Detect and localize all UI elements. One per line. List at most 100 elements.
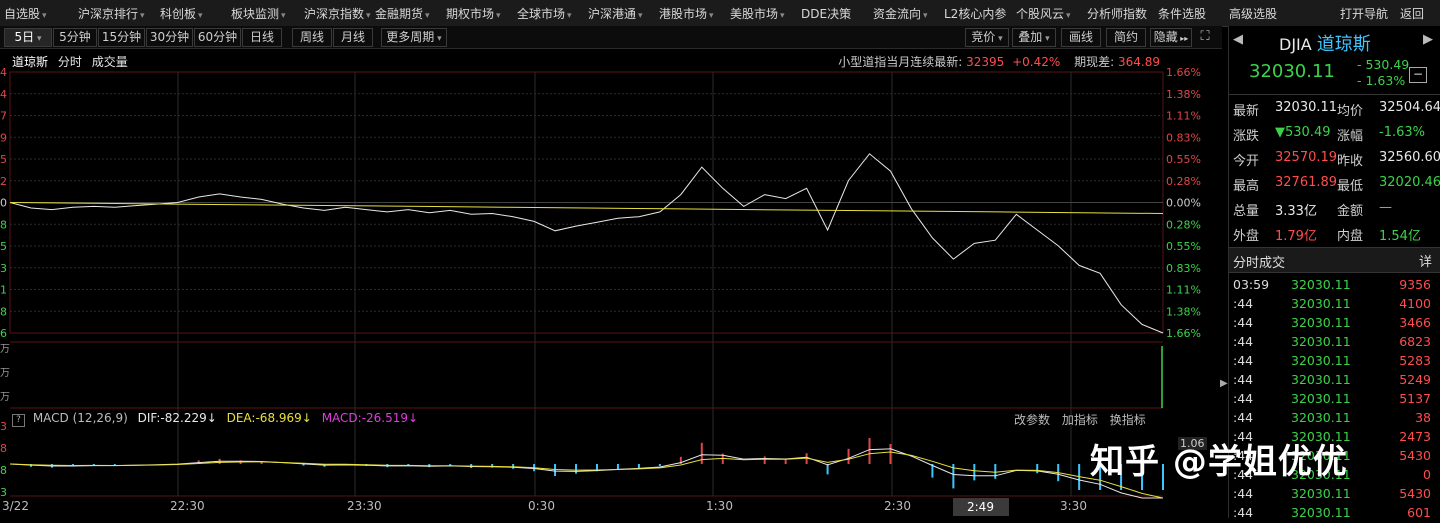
time-axis-label-1: 22:30 <box>170 499 205 513</box>
stat-l1: 外盘 <box>1233 229 1260 244</box>
view-button-4[interactable]: 隐藏 ▸▸ <box>1150 28 1192 47</box>
menu-item-label: 金融期货 <box>375 7 424 21</box>
left-axis-label-11: 8 <box>0 305 7 318</box>
period-button-6[interactable]: 周线 <box>292 28 332 47</box>
tick-row: :44 32030.11 5430 <box>1229 485 1440 504</box>
menu-item-10[interactable]: 美股市场 ▾ <box>730 5 785 22</box>
period-button-7[interactable]: 月线 <box>333 28 373 47</box>
change-params-button[interactable]: 改参数 <box>1014 413 1050 427</box>
button-label: 5日 <box>14 30 35 44</box>
time-axis-label-3: 0:30 <box>528 499 555 513</box>
stat-v2: 32560.60 <box>1379 150 1440 165</box>
tick-t: :44 <box>1233 410 1254 425</box>
stat-l2: 最低 <box>1337 179 1364 194</box>
menu-item-0[interactable]: 自选股 ▾ <box>4 5 47 22</box>
volume-axis-label-1: 万 <box>0 368 10 379</box>
period-button-0[interactable]: 5日 ▾ <box>4 28 52 47</box>
stat-l2: 金额 <box>1337 204 1364 219</box>
menu-item-12[interactable]: 资金流向 ▾ <box>873 5 928 22</box>
period-button-5[interactable]: 日线 <box>242 28 282 47</box>
collapse-quote-button[interactable]: − <box>1409 67 1427 83</box>
last-price: 32030.11 <box>1249 61 1335 82</box>
chevron-down-icon: ▾ <box>198 11 203 21</box>
right-axis-label-4: 0.55% <box>1166 153 1201 166</box>
menu-item-15[interactable]: 分析师指数 <box>1087 5 1147 22</box>
menu-item-3[interactable]: 板块监测 ▾ <box>231 5 286 22</box>
next-symbol-icon[interactable]: ▶ <box>1423 32 1433 47</box>
prev-symbol-icon[interactable]: ◀ <box>1233 32 1243 47</box>
tick-p: 32030.11 <box>1291 334 1351 349</box>
period-button-3[interactable]: 30分钟 <box>146 28 193 47</box>
menu-item-7[interactable]: 全球市场 ▾ <box>517 5 572 22</box>
menu-item-8[interactable]: 沪深港通 ▾ <box>588 5 643 22</box>
menu-item-label: DDE决策 <box>801 7 852 21</box>
macd-value: MACD:-26.519↓ <box>321 411 419 425</box>
stat-v2: 32504.64 <box>1379 100 1440 115</box>
menu-item-19[interactable]: 返回 <box>1400 5 1424 22</box>
chevron-down-icon: ▾ <box>366 11 371 21</box>
view-button-3[interactable]: 简约 <box>1106 28 1146 47</box>
left-axis-label-1: 4 <box>0 88 7 101</box>
stat-v1: 32761.89 <box>1275 175 1338 190</box>
button-label: 竞价 <box>971 30 996 44</box>
right-axis-label-0: 1.66% <box>1166 66 1201 79</box>
stat-l1: 涨跌 <box>1233 129 1260 144</box>
stat-v1: 32030.11 <box>1275 100 1338 115</box>
view-button-0[interactable]: 竞价 ▾ <box>965 28 1009 47</box>
macd-axis-label-1: 8 <box>0 442 7 455</box>
stat-l1: 最高 <box>1233 179 1260 194</box>
tick-v: 2473 <box>1399 429 1431 444</box>
period-button-8[interactable]: 更多周期 ▾ <box>381 28 447 47</box>
menu-item-9[interactable]: 港股市场 ▾ <box>659 5 714 22</box>
menu-item-4[interactable]: 沪深京指数 ▾ <box>304 5 371 22</box>
menu-item-13[interactable]: L2核心内参 <box>944 5 1006 22</box>
left-axis-label-8: 5 <box>0 240 7 253</box>
menu-item-2[interactable]: 科创板 ▾ <box>160 5 203 22</box>
menu-item-18[interactable]: 打开导航 <box>1340 5 1388 22</box>
period-button-4[interactable]: 60分钟 <box>194 28 241 47</box>
tick-v: 5430 <box>1399 486 1431 501</box>
panel-collapse-handle[interactable]: ▶ <box>1220 372 1228 396</box>
stat-l1: 今开 <box>1233 154 1260 169</box>
time-axis-label-2: 23:30 <box>347 499 382 513</box>
left-axis-label-10: 1 <box>0 284 7 297</box>
tick-row: :44 32030.11 601 <box>1229 504 1440 523</box>
volume-axis-label-2: 万 <box>0 392 10 403</box>
add-indicator-button[interactable]: 加指标 <box>1062 413 1098 427</box>
stat-l2: 均价 <box>1337 104 1364 119</box>
button-label: 日线 <box>249 30 274 44</box>
menu-item-label: 港股市场 <box>659 7 708 21</box>
macd-label: MACD (12,26,9) <box>32 411 128 425</box>
tick-row: :44 32030.11 5137 <box>1229 390 1440 409</box>
menu-item-1[interactable]: 沪深京排行 ▾ <box>78 5 145 22</box>
ticks-detail-button[interactable]: 详 <box>1419 251 1432 270</box>
chevron-down-icon: ▾ <box>496 11 501 21</box>
view-button-2[interactable]: 画线 <box>1061 28 1101 47</box>
view-button-1[interactable]: 叠加 ▾ <box>1012 28 1056 47</box>
menu-item-17[interactable]: 高级选股 <box>1229 5 1277 22</box>
expand-icon[interactable]: ⛶ <box>1196 29 1214 45</box>
menu-item-16[interactable]: 条件选股 <box>1158 5 1206 22</box>
macd-help-button[interactable]: ? <box>12 414 25 427</box>
macd-buttons: 改参数 加指标 换指标 <box>1014 411 1146 428</box>
intraday-chart[interactable]: 1.66% 4 1.38% 4 1.11% 7 0.83% 9 0.55% 5 0.28% 2 0.00… <box>0 66 1222 518</box>
menu-item-label: 科创板 <box>160 7 197 21</box>
period-button-1[interactable]: 5分钟 <box>53 28 97 47</box>
menu-item-14[interactable]: 个股风云 ▾ <box>1016 5 1071 22</box>
menu-item-5[interactable]: 金融期货 ▾ <box>375 5 430 22</box>
tick-row: :44 32030.11 5249 <box>1229 371 1440 390</box>
menu-item-6[interactable]: 期权市场 ▾ <box>446 5 501 22</box>
tick-row: :44 32030.11 3466 <box>1229 314 1440 333</box>
switch-indicator-button[interactable]: 换指标 <box>1110 413 1146 427</box>
menu-item-label: 分析师指数 <box>1087 7 1148 21</box>
period-button-2[interactable]: 15分钟 <box>98 28 145 47</box>
menu-item-11[interactable]: DDE决策 <box>801 5 851 22</box>
chevron-down-icon: ▾ <box>780 11 785 21</box>
stat-v2: -1.63% <box>1379 125 1425 140</box>
left-axis-label-12: 6 <box>0 327 7 340</box>
button-label: 简约 <box>1113 30 1138 44</box>
right-axis-label-9: 0.83% <box>1166 262 1201 275</box>
tick-p: 32030.11 <box>1291 277 1351 292</box>
stat-v1: 3.33亿 <box>1275 204 1317 219</box>
macd-dea: DEA:-68.969↓ <box>226 411 312 425</box>
